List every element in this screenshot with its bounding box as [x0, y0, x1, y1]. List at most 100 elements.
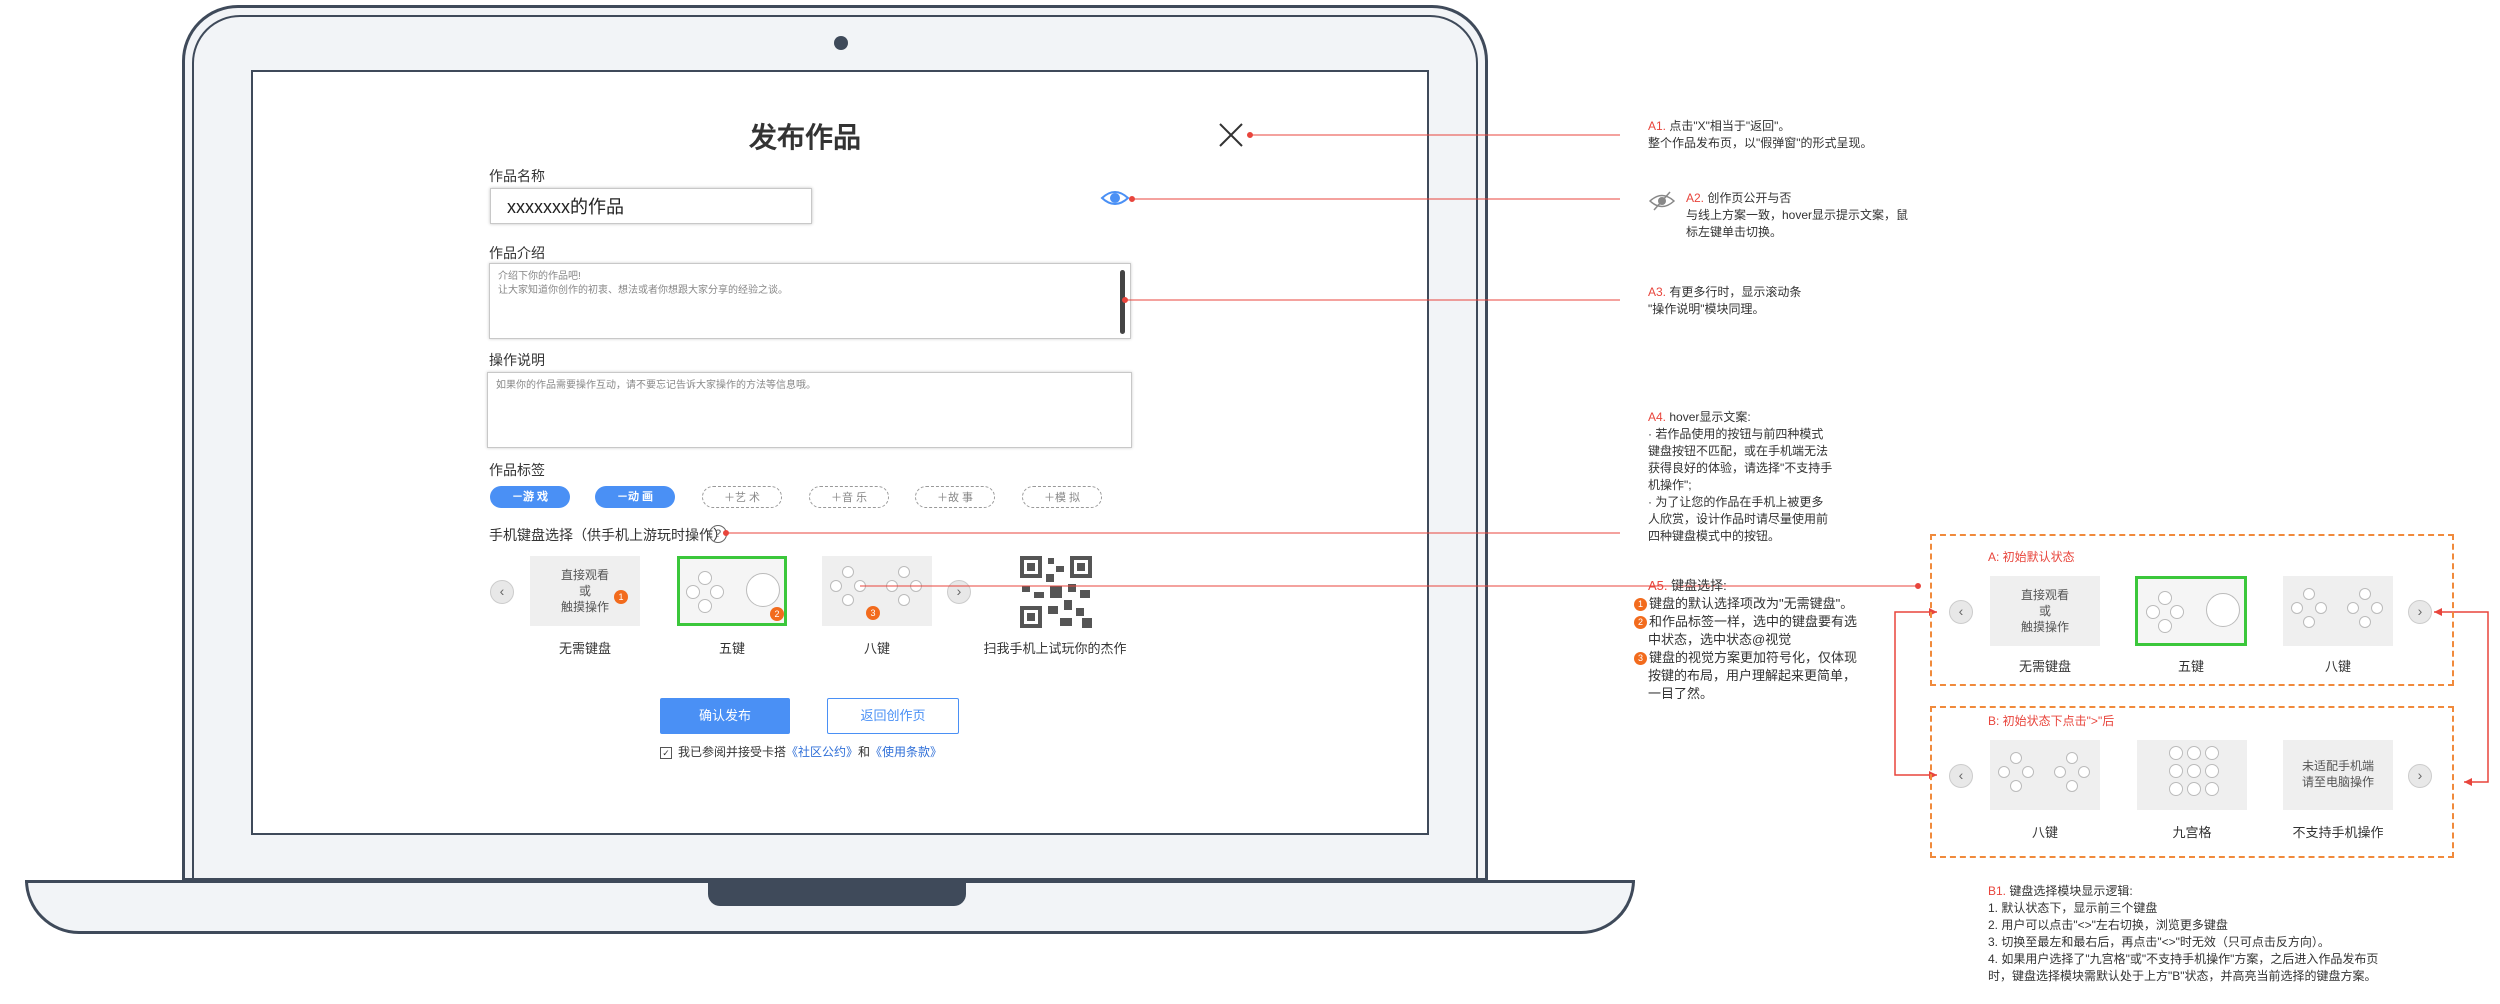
panel-b-card-eight[interactable]: [1990, 740, 2100, 810]
keyboard-card-five[interactable]: 2: [677, 556, 787, 626]
panel-a-card-none[interactable]: 直接观看 或 触摸操作: [1990, 576, 2100, 646]
annotation-line: 一目了然。: [1648, 686, 1714, 701]
laptop-notch: [708, 880, 966, 906]
panel-a-card-eight[interactable]: [2283, 576, 2393, 646]
panel-a-prev-button[interactable]: ‹: [1949, 600, 1973, 624]
keyboard-name: 五键: [718, 641, 745, 656]
agree-checkbox[interactable]: ✓: [660, 746, 672, 759]
tag-animation[interactable]: －动 画: [595, 486, 675, 508]
panel-a-title: A: 初始默认状态: [1988, 550, 2075, 564]
annotation-tag: A5.: [1648, 578, 1668, 593]
keyboard-card-eight[interactable]: 3: [822, 556, 932, 626]
annotation-line: 整个作品发布页，以"假弹窗"的形式呈现。: [1648, 136, 1873, 150]
key-dot: [2054, 766, 2066, 778]
tag-game[interactable]: －游 戏: [490, 486, 570, 508]
agree-and: 和: [858, 745, 871, 759]
panel-a-next-button[interactable]: ›: [2408, 600, 2432, 624]
keyboard-prev-button[interactable]: ‹: [490, 580, 514, 604]
tag-simulation[interactable]: ＋模 拟: [1022, 486, 1102, 508]
key-dot: [2169, 746, 2183, 760]
annotation-head: hover显示文案:: [1669, 410, 1751, 424]
badge-number: 1: [614, 590, 628, 604]
annotation-line: 键盘的视觉方案更加符号化，仅体现: [1649, 650, 1858, 665]
ops-textarea[interactable]: 如果你的作品需要操作互动，请不要忘记告诉大家操作的方法等信息哦。: [487, 372, 1132, 448]
intro-textarea[interactable]: 介绍下你的作品吧! 让大家知道你创作的初衷、想法或者你想跟大家分享的经验之谈。: [489, 263, 1131, 339]
annotation-a4: A4. hover显示文案: · 若作品使用的按钮与前四种模式 键盘按钮不匹配，…: [1648, 409, 1832, 545]
annotation-line: · 若作品使用的按钮与前四种模式: [1648, 427, 1824, 441]
help-icon[interactable]: ?: [709, 525, 727, 543]
tag-story[interactable]: ＋故 事: [915, 486, 995, 508]
annotation-head: 键盘选择:: [1671, 578, 1727, 593]
tag-art[interactable]: ＋艺 术: [702, 486, 782, 508]
work-name-input[interactable]: xxxxxxx的作品: [490, 188, 812, 224]
annotation-line: 与线上方案一致，hover显示提示文案，鼠: [1686, 208, 1909, 222]
key-dot: [842, 566, 854, 578]
panel-b-prev-button[interactable]: ‹: [1949, 764, 1973, 788]
key-big: [2206, 593, 2240, 627]
annotation-line: 获得良好的体验，请选择"不支持手: [1648, 461, 1833, 475]
key-dot: [2158, 619, 2172, 633]
annotation-line: 键盘按钮不匹配，或在手机端无法: [1648, 444, 1829, 458]
card-text-line: 或: [2038, 604, 2051, 618]
key-dot: [886, 580, 898, 592]
key-dot: [910, 580, 922, 592]
card-text-line: 直接观看: [2020, 588, 2069, 602]
keyboard-next-button[interactable]: ›: [947, 580, 971, 604]
annotation-a5: A5. 键盘选择: 1 键盘的默认选择项改为"无需键盘"。 2 和作品标签一样，选中…: [1634, 577, 1857, 703]
key-dot: [2187, 746, 2201, 760]
annotation-line: 键盘的默认选择项改为"无需键盘"。: [1649, 596, 1854, 611]
card-text-line: 触摸操作: [2020, 620, 2069, 634]
eye-icon[interactable]: [1100, 186, 1130, 210]
key-dot: [2066, 752, 2078, 764]
key-dot: [898, 594, 910, 606]
annotation-line: 点击"X"相当于"返回"。: [1669, 119, 1791, 133]
intro-label: 作品介绍: [489, 245, 545, 261]
keyboard-label: 手机键盘选择（供手机上游玩时操作）: [489, 527, 727, 543]
keyboard-name: 九宫格: [2172, 825, 2212, 840]
key-dot: [2205, 746, 2219, 760]
annotation-line: 4. 如果用户选择了"九宫格"或"不支持手机操作"方案，之后进入作品发布页: [1988, 952, 2379, 966]
key-dot: [2010, 752, 2022, 764]
keyboard-name: 八键: [2324, 659, 2351, 674]
key-dot: [698, 571, 712, 585]
key-dot: [2078, 766, 2090, 778]
annotation-line: 3. 切换至最左和最右后，再点击"<>"时无效（只可点击反方向）。: [1988, 935, 2330, 949]
key-dot: [2291, 602, 2303, 614]
key-dot: [698, 599, 712, 613]
key-dot: [2158, 591, 2172, 605]
annotation-line: 四种键盘模式中的按钮。: [1648, 529, 1781, 543]
card-text-line: 直接观看: [560, 568, 609, 582]
key-dot: [2010, 780, 2022, 792]
panel-b-card-unsupported[interactable]: 未适配手机端 请至电脑操作: [2283, 740, 2393, 810]
terms-of-use-link[interactable]: 《使用条款》: [870, 745, 942, 759]
annotation-head: 键盘选择模块显示逻辑:: [2009, 884, 2133, 898]
confirm-publish-button[interactable]: 确认发布: [660, 698, 790, 734]
key-dot: [2359, 616, 2371, 628]
panel-b-card-ninegrid[interactable]: [2137, 740, 2247, 810]
key-dot: [898, 566, 910, 578]
annotation-line: 机操作";: [1648, 478, 1692, 492]
annotation-tag: A1.: [1648, 119, 1667, 133]
camera-icon: [834, 36, 848, 50]
panel-b-next-button[interactable]: ›: [2408, 764, 2432, 788]
keyboard-name: 八键: [2031, 825, 2058, 840]
key-dot: [2170, 605, 2184, 619]
keyboard-name: 无需键盘: [558, 641, 611, 656]
keyboard-card-none[interactable]: 直接观看 或 触摸操作 1: [530, 556, 640, 626]
key-dot: [686, 585, 700, 599]
key-dot: [2169, 782, 2183, 796]
badge-number: 1: [1634, 598, 1647, 612]
back-to-editor-button[interactable]: 返回创作页: [827, 698, 959, 734]
annotation-line: 和作品标签一样，选中的键盘要有选: [1649, 614, 1858, 629]
annotation-line: 创作页公开与否: [1707, 191, 1792, 205]
qr-code-icon[interactable]: [1020, 556, 1092, 628]
tag-music[interactable]: ＋音 乐: [809, 486, 889, 508]
intro-scrollbar[interactable]: [1120, 270, 1125, 334]
community-rules-link[interactable]: 《社区公约》: [786, 745, 858, 759]
key-dot: [2315, 602, 2327, 614]
panel-a-card-five[interactable]: [2135, 576, 2247, 646]
annotation-tag: A4.: [1648, 410, 1667, 424]
key-dot: [2187, 764, 2201, 778]
close-icon[interactable]: [1216, 120, 1246, 150]
annotation-line: 1. 默认状态下，显示前三个键盘: [1988, 901, 2158, 915]
